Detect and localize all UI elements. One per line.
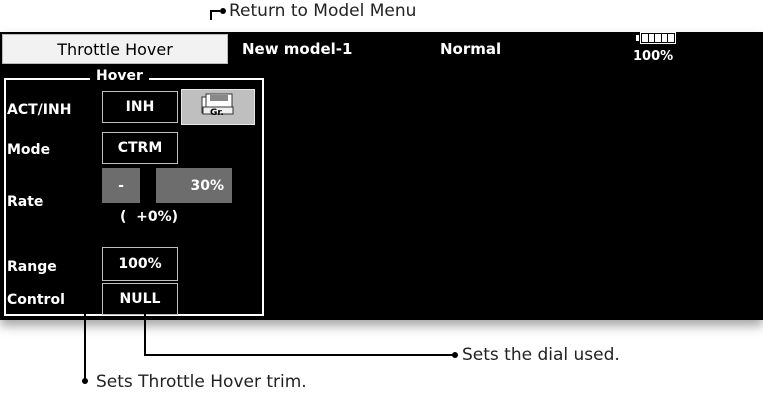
trim-annot-text: Sets Throttle Hover trim. <box>96 372 307 392</box>
battery-percent: 100% <box>633 49 674 64</box>
group-button-label: Gr. <box>210 108 224 118</box>
act-inh-button[interactable]: INH <box>102 91 178 123</box>
return-annot-dot <box>220 8 226 14</box>
battery-icon <box>640 32 676 44</box>
return-annot-hook <box>210 10 220 12</box>
hover-group-title: Hover <box>90 68 149 84</box>
return-to-menu-button[interactable]: Throttle Hover <box>2 34 228 64</box>
range-label: Range <box>7 259 57 275</box>
return-annot-text: Return to Model Menu <box>229 1 417 21</box>
trim-annot-dot <box>82 378 88 384</box>
dial-annot-vline <box>144 313 146 355</box>
trim-annot-vline <box>84 258 86 380</box>
dial-annot-text: Sets the dial used. <box>462 345 620 365</box>
control-label: Control <box>7 292 65 308</box>
rate-label: Rate <box>7 194 44 210</box>
dial-annot-hline <box>144 354 454 356</box>
dial-annot-dot <box>452 352 458 358</box>
rate-offset: ( +0%) <box>120 209 179 225</box>
act-inh-label: ACT/INH <box>7 102 72 118</box>
screen-header: Throttle Hover New model-1 Normal 100% <box>0 32 763 66</box>
rate-minus-button[interactable]: - <box>102 168 140 203</box>
range-button[interactable]: 100% <box>102 247 178 281</box>
rate-value[interactable]: 30% <box>156 168 232 203</box>
model-name: New model-1 <box>242 40 353 58</box>
mode-label: Mode <box>7 142 51 158</box>
control-button[interactable]: NULL <box>102 283 178 315</box>
mode-button[interactable]: CTRM <box>102 132 178 164</box>
group-button[interactable]: Gr. <box>181 89 255 125</box>
battery-nub <box>636 35 639 41</box>
condition-name: Normal <box>440 40 502 58</box>
screen-panel: Throttle Hover New model-1 Normal 100% H… <box>0 32 763 320</box>
